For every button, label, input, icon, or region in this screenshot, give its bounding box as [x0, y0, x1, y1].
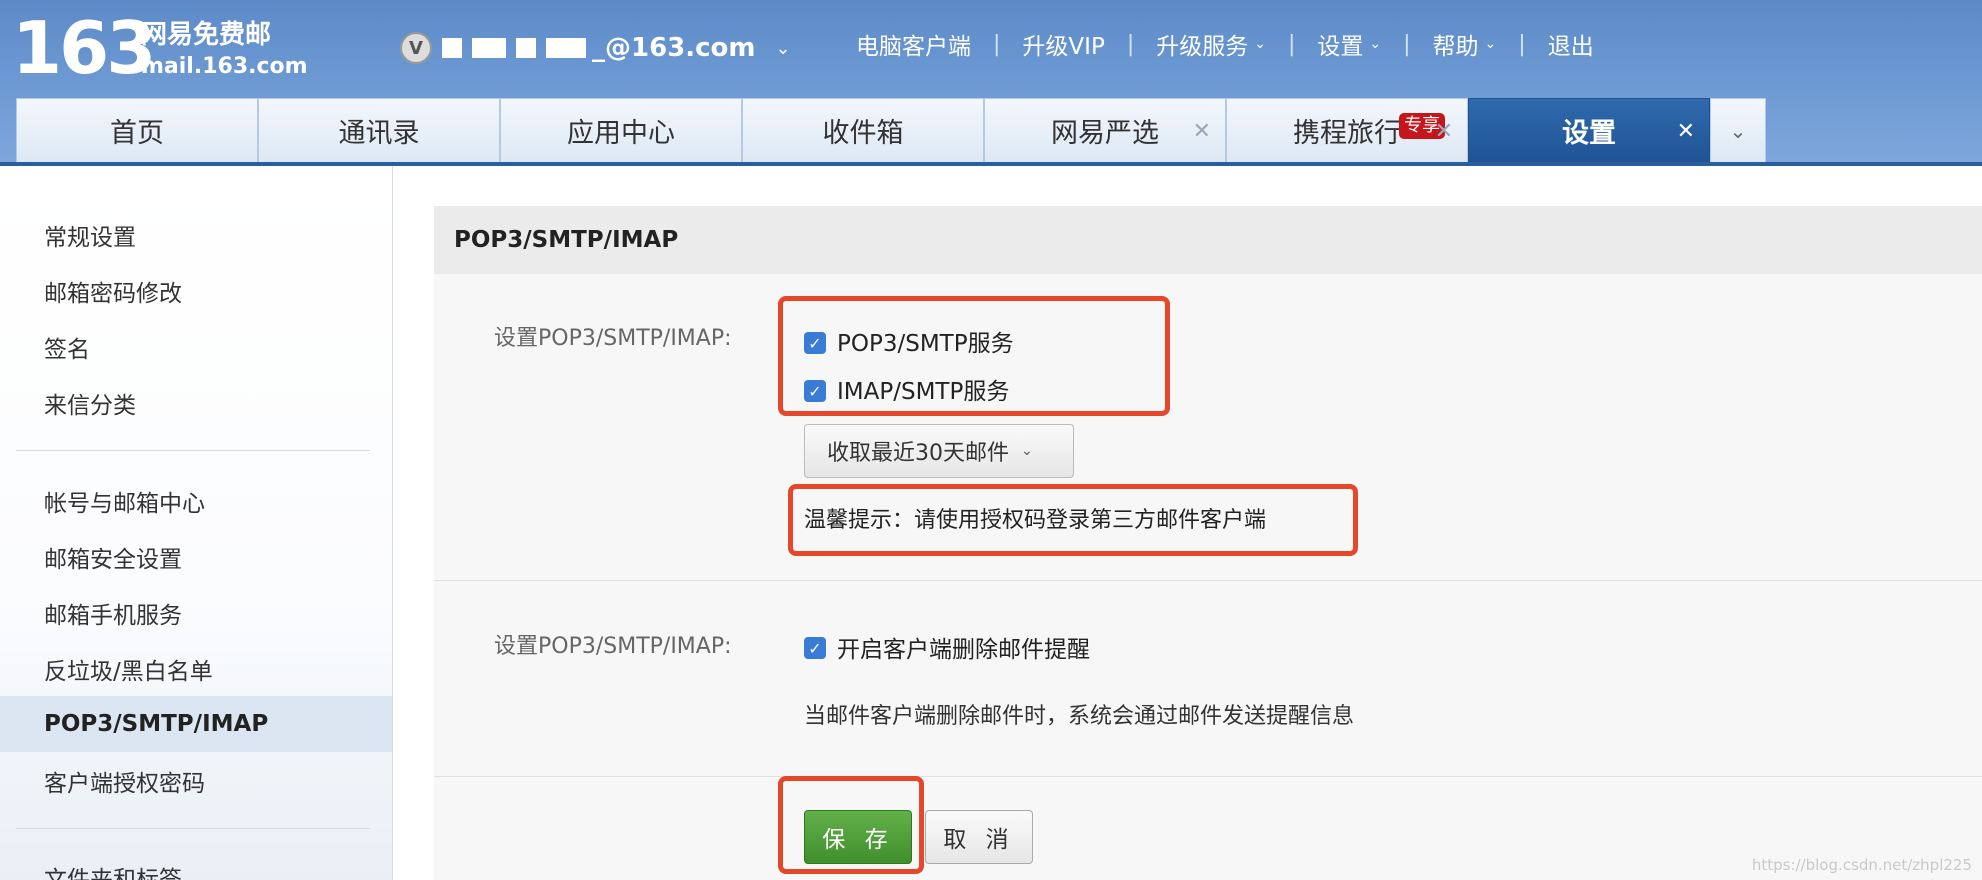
tab-contacts[interactable]: 通讯录: [258, 98, 500, 162]
top-nav-settings[interactable]: 设置 ⌄: [1317, 27, 1381, 61]
sidebar-item-antispam[interactable]: 反垃圾/黑白名单: [44, 652, 213, 686]
settings-sidebar: 常规设置 邮箱密码修改 签名 来信分类 帐号与邮箱中心 邮箱安全设置 邮箱手机服…: [0, 166, 393, 880]
top-nav-vip[interactable]: 升级VIP: [1022, 27, 1104, 61]
sidebar-divider: [16, 828, 370, 829]
sidebar-item-folders[interactable]: 文件夹和标签: [44, 860, 182, 880]
vip-badge-icon: V: [400, 32, 432, 64]
close-icon[interactable]: ✕: [1435, 119, 1453, 144]
redacted-block: [516, 38, 536, 58]
tab-home[interactable]: 首页: [16, 98, 258, 162]
section-divider: [434, 580, 1982, 581]
page-title: POP3/SMTP/IMAP: [434, 206, 1982, 274]
pop3-smtp-label: POP3/SMTP服务: [837, 331, 1014, 357]
sidebar-item-account-center[interactable]: 帐号与邮箱中心: [44, 484, 205, 518]
logo-domain[interactable]: mail.163.com: [141, 53, 308, 81]
top-nav-logout[interactable]: 退出: [1548, 27, 1594, 61]
nav-separator: |: [1518, 31, 1526, 57]
sidebar-item-general[interactable]: 常规设置: [44, 218, 136, 252]
chevron-down-icon: ⌄: [1254, 36, 1266, 52]
nav-separator: |: [1126, 31, 1135, 57]
imap-smtp-checkbox[interactable]: ✓: [804, 380, 826, 402]
delete-alert-checkbox[interactable]: ✓: [804, 637, 826, 659]
delete-alert-note: 当邮件客户端删除邮件时，系统会通过邮件发送提醒信息: [804, 704, 1355, 729]
sidebar-item-security[interactable]: 邮箱安全设置: [44, 540, 182, 574]
settings-panel: POP3/SMTP/IMAP 设置POP3/SMTP/IMAP: ✓ POP3/…: [434, 206, 1982, 880]
sidebar-item-signature[interactable]: 签名: [44, 330, 90, 364]
redacted-block: [472, 38, 506, 58]
top-nav-upgrade[interactable]: 升级服务 ⌄: [1156, 27, 1266, 61]
auth-code-tip: 温馨提示：请使用授权码登录第三方邮件客户端: [804, 508, 1267, 533]
sidebar-item-pop3[interactable]: POP3/SMTP/IMAP: [0, 696, 392, 752]
close-icon[interactable]: ✕: [1193, 119, 1211, 144]
tab-bar: 首页 通讯录 应用中心 收件箱 网易严选 ✕ 携程旅行 专享 ✕ 设置 ✕ ⌄: [16, 98, 1766, 162]
tab-more-button[interactable]: ⌄: [1710, 98, 1766, 162]
top-nav-help[interactable]: 帮助 ⌄: [1433, 27, 1497, 61]
redacted-block: [546, 38, 586, 58]
imap-smtp-label: IMAP/SMTP服务: [837, 379, 1010, 405]
chevron-down-icon[interactable]: ⌄: [776, 38, 791, 59]
sidebar-item-mobile[interactable]: 邮箱手机服务: [44, 596, 182, 630]
sidebar-item-client-auth[interactable]: 客户端授权密码: [44, 764, 205, 798]
nav-separator: |: [1403, 31, 1411, 57]
header: 163 网易免费邮 mail.163.com V _@163.com ⌄ 电脑客…: [0, 0, 1982, 165]
section-divider: [434, 776, 1982, 777]
pop3-smtp-checkbox[interactable]: ✓: [804, 332, 826, 354]
chevron-down-icon: ⌄: [1369, 36, 1382, 52]
watermark: https://blog.csdn.net/zhpl225: [1751, 856, 1972, 874]
logo-number[interactable]: 163: [12, 6, 156, 90]
tab-inbox[interactable]: 收件箱: [742, 98, 984, 162]
chevron-down-icon: ⌄: [1484, 36, 1497, 52]
cancel-button[interactable]: 取 消: [925, 810, 1033, 864]
tab-ctrip[interactable]: 携程旅行 专享 ✕: [1226, 98, 1468, 162]
delete-alert-label: 开启客户端删除邮件提醒: [837, 637, 1090, 663]
top-nav-client[interactable]: 电脑客户端: [856, 27, 971, 61]
chevron-down-icon: ⌄: [1729, 118, 1747, 143]
close-icon[interactable]: ✕: [1677, 119, 1695, 144]
section-label: 设置POP3/SMTP/IMAP:: [494, 326, 732, 351]
tab-app-center[interactable]: 应用中心: [500, 98, 742, 162]
account-switcher[interactable]: V _@163.com ⌄: [400, 30, 791, 66]
fetch-range-select[interactable]: 收取最近30天邮件 ⌄: [804, 424, 1074, 478]
sidebar-item-password[interactable]: 邮箱密码修改: [44, 274, 182, 308]
logo-name[interactable]: 网易免费邮: [141, 18, 271, 52]
save-button[interactable]: 保 存: [804, 810, 912, 864]
tab-settings[interactable]: 设置 ✕: [1468, 98, 1710, 162]
redacted-block: [442, 38, 462, 58]
sidebar-item-mail-rules[interactable]: 来信分类: [44, 386, 136, 420]
nav-separator: |: [993, 31, 1001, 57]
top-nav: 电脑客户端 | 升级VIP | 升级服务 ⌄ | 设置 ⌄ | 帮助 ⌄ | 退出: [856, 26, 1594, 62]
section-label: 设置POP3/SMTP/IMAP:: [494, 634, 732, 659]
chevron-down-icon: ⌄: [1021, 443, 1033, 459]
account-email: _@163.com: [592, 33, 756, 63]
tab-yanxuan[interactable]: 网易严选 ✕: [984, 98, 1226, 162]
nav-separator: |: [1287, 31, 1296, 57]
sidebar-divider: [16, 450, 370, 451]
